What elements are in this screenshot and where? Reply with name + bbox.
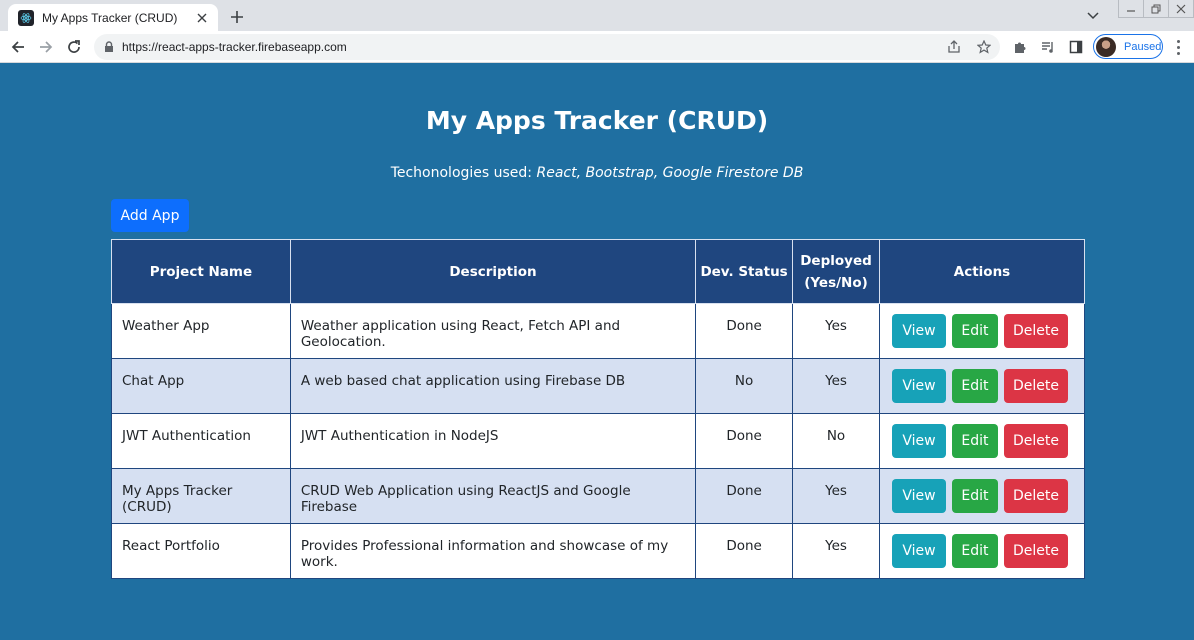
- page-title: My Apps Tracker (CRUD): [425, 106, 769, 135]
- cell-description: Provides Professional information and sh…: [289, 523, 697, 579]
- cell-actions: View Edit Delete: [878, 303, 1086, 359]
- cell-project-name: JWT Authentication: [111, 413, 291, 469]
- cell-actions: View Edit Delete: [878, 358, 1086, 414]
- add-app-button[interactable]: Add App: [111, 199, 189, 232]
- view-button[interactable]: View: [891, 369, 946, 403]
- cell-dev-status: No: [695, 358, 794, 414]
- cell-actions: View Edit Delete: [878, 413, 1086, 469]
- header-description: Description: [289, 239, 697, 304]
- delete-button[interactable]: Delete: [1003, 534, 1068, 568]
- cell-deployed: Yes: [792, 468, 880, 524]
- address-bar[interactable]: https://react-apps-tracker.firebaseapp.c…: [94, 34, 1000, 60]
- cell-description: CRUD Web Application using ReactJS and G…: [289, 468, 697, 524]
- media-queue-icon[interactable]: [1040, 39, 1056, 55]
- back-arrow-icon[interactable]: [6, 35, 30, 59]
- browser-tab[interactable]: My Apps Tracker (CRUD): [8, 4, 218, 31]
- delete-button[interactable]: Delete: [1003, 479, 1068, 513]
- header-deployed: Deployed (Yes/No): [792, 239, 880, 304]
- subtitle-prefix: Techonologies used:: [390, 165, 537, 181]
- profile-button[interactable]: Paused: [1093, 34, 1163, 59]
- star-icon[interactable]: [976, 39, 992, 55]
- cell-actions: View Edit Delete: [878, 523, 1086, 579]
- cell-dev-status: Done: [695, 413, 794, 469]
- header-deployed-line1: Deployed: [800, 252, 872, 269]
- new-tab-icon[interactable]: [226, 6, 248, 28]
- close-icon[interactable]: [194, 10, 210, 26]
- cell-project-name: Weather App: [111, 303, 291, 359]
- cell-dev-status: Done: [695, 523, 794, 579]
- table-row: JWT Authentication JWT Authentication in…: [111, 413, 1086, 469]
- edit-button[interactable]: Edit: [951, 314, 998, 348]
- table-row: Chat App A web based chat application us…: [111, 358, 1086, 414]
- apps-table: Project Name Description Dev. Status Dep…: [111, 239, 1086, 579]
- react-favicon: [18, 9, 34, 26]
- reload-icon[interactable]: [62, 35, 86, 59]
- forward-arrow-icon[interactable]: [34, 35, 58, 59]
- cell-deployed: Yes: [792, 303, 880, 359]
- view-button[interactable]: View: [891, 314, 946, 348]
- header-project-name: Project Name: [111, 239, 291, 304]
- restore-icon[interactable]: [1143, 0, 1169, 18]
- url-text: https://react-apps-tracker.firebaseapp.c…: [122, 40, 347, 54]
- technologies-subtitle: Techonologies used: React, Bootstrap, Go…: [0, 165, 1194, 181]
- table-row: React Portfolio Provides Professional in…: [111, 523, 1086, 579]
- table-row: Weather App Weather application using Re…: [111, 303, 1086, 359]
- share-icon[interactable]: [946, 39, 962, 55]
- lock-icon: [104, 41, 114, 53]
- browser-toolbar: https://react-apps-tracker.firebaseapp.c…: [0, 31, 1194, 63]
- tab-strip: My Apps Tracker (CRUD): [0, 0, 1194, 31]
- window-controls: [1118, 0, 1194, 18]
- profile-status: Paused: [1124, 40, 1162, 53]
- cell-deployed: No: [792, 413, 880, 469]
- tab-title: My Apps Tracker (CRUD): [42, 10, 178, 25]
- cell-dev-status: Done: [695, 303, 794, 359]
- edit-button[interactable]: Edit: [951, 424, 998, 458]
- table-header-row: Project Name Description Dev. Status Dep…: [111, 239, 1086, 304]
- cell-project-name: Chat App: [111, 358, 291, 414]
- minimize-icon[interactable]: [1118, 0, 1144, 18]
- header-deployed-line2: (Yes/No): [804, 274, 868, 291]
- view-button[interactable]: View: [891, 424, 946, 458]
- extensions-icon[interactable]: [1012, 39, 1028, 55]
- window-close-icon[interactable]: [1168, 0, 1194, 18]
- cell-deployed: Yes: [792, 358, 880, 414]
- edit-button[interactable]: Edit: [951, 479, 998, 513]
- delete-button[interactable]: Delete: [1003, 424, 1068, 458]
- header-dev-status: Dev. Status: [695, 239, 794, 304]
- table-row: My Apps Tracker (CRUD) CRUD Web Applicat…: [111, 468, 1086, 524]
- edit-button[interactable]: Edit: [951, 369, 998, 403]
- side-panel-icon[interactable]: [1068, 39, 1084, 55]
- cell-dev-status: Done: [695, 468, 794, 524]
- view-button[interactable]: View: [891, 534, 946, 568]
- cell-description: A web based chat application using Fireb…: [289, 358, 697, 414]
- cell-deployed: Yes: [792, 523, 880, 579]
- header-actions: Actions: [878, 239, 1086, 304]
- kebab-menu-icon[interactable]: [1170, 39, 1186, 55]
- cell-description: JWT Authentication in NodeJS: [289, 413, 697, 469]
- cell-actions: View Edit Delete: [878, 468, 1086, 524]
- chevron-down-icon[interactable]: [1084, 7, 1102, 25]
- delete-button[interactable]: Delete: [1003, 369, 1068, 403]
- edit-button[interactable]: Edit: [951, 534, 998, 568]
- cell-description: Weather application using React, Fetch A…: [289, 303, 697, 359]
- cell-project-name: My Apps Tracker (CRUD): [111, 468, 291, 524]
- view-button[interactable]: View: [891, 479, 946, 513]
- subtitle-tech: React, Bootstrap, Google Firestore DB: [536, 165, 804, 181]
- cell-project-name: React Portfolio: [111, 523, 291, 579]
- avatar: [1096, 36, 1116, 57]
- delete-button[interactable]: Delete: [1003, 314, 1068, 348]
